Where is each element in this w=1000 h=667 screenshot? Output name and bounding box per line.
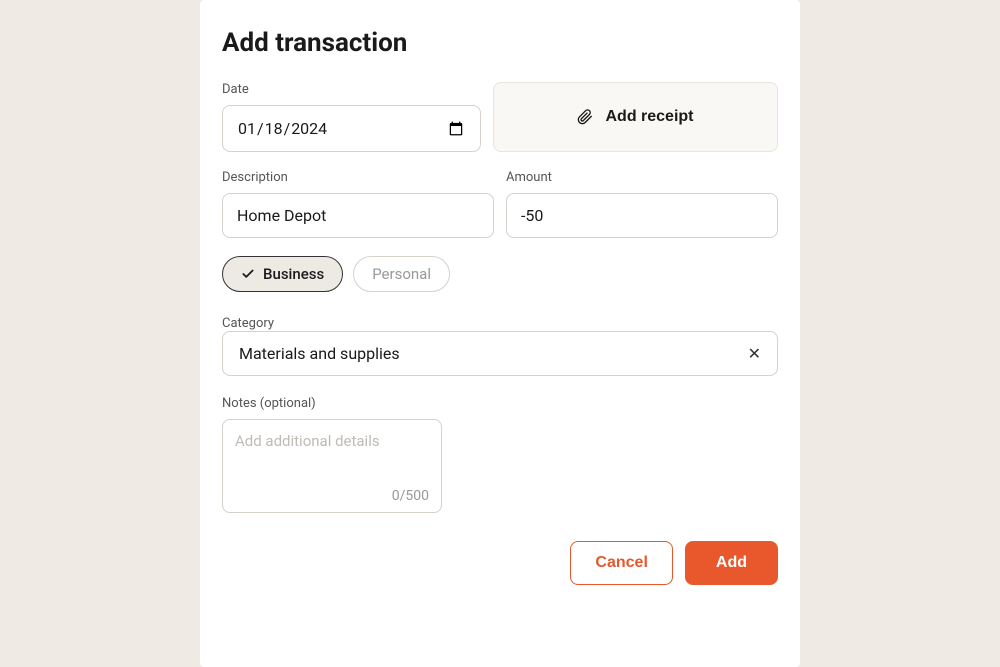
add-transaction-modal: Add transaction Date Add receipt Descrip… [200, 0, 800, 667]
notes-counter: 0/500 [235, 488, 429, 504]
clear-category-icon[interactable]: ✕ [748, 344, 761, 363]
date-field: Date [222, 82, 481, 152]
amount-input[interactable] [506, 193, 778, 238]
amount-field: Amount [506, 170, 778, 238]
cancel-button[interactable]: Cancel [570, 541, 672, 585]
category-field: Category Materials and supplies ✕ [222, 312, 778, 376]
amount-label: Amount [506, 170, 778, 185]
chip-personal[interactable]: Personal [353, 256, 450, 292]
chip-personal-label: Personal [372, 265, 431, 283]
category-label: Category [222, 316, 274, 331]
type-chips: Business Personal [222, 256, 778, 292]
category-input[interactable]: Materials and supplies ✕ [222, 331, 778, 376]
notes-wrap: 0/500 [222, 419, 442, 513]
add-receipt-label: Add receipt [605, 108, 693, 126]
notes-textarea[interactable] [235, 432, 429, 484]
chip-business[interactable]: Business [222, 256, 343, 292]
add-button[interactable]: Add [685, 541, 778, 585]
paperclip-icon [577, 109, 593, 125]
description-input[interactable] [222, 193, 494, 238]
check-icon [241, 267, 255, 281]
chip-business-label: Business [263, 265, 324, 283]
notes-label: Notes (optional) [222, 396, 778, 411]
footer-actions: Cancel Add [222, 541, 778, 585]
date-label: Date [222, 82, 481, 97]
category-value: Materials and supplies [239, 344, 400, 363]
notes-field: Notes (optional) 0/500 [222, 396, 778, 513]
add-receipt-button[interactable]: Add receipt [493, 82, 778, 152]
date-input[interactable] [222, 105, 481, 152]
date-receipt-row: Date Add receipt [222, 82, 778, 152]
modal-title: Add transaction [222, 28, 778, 58]
description-label: Description [222, 170, 494, 185]
description-amount-row: Description Amount [222, 170, 778, 238]
description-field: Description [222, 170, 494, 238]
